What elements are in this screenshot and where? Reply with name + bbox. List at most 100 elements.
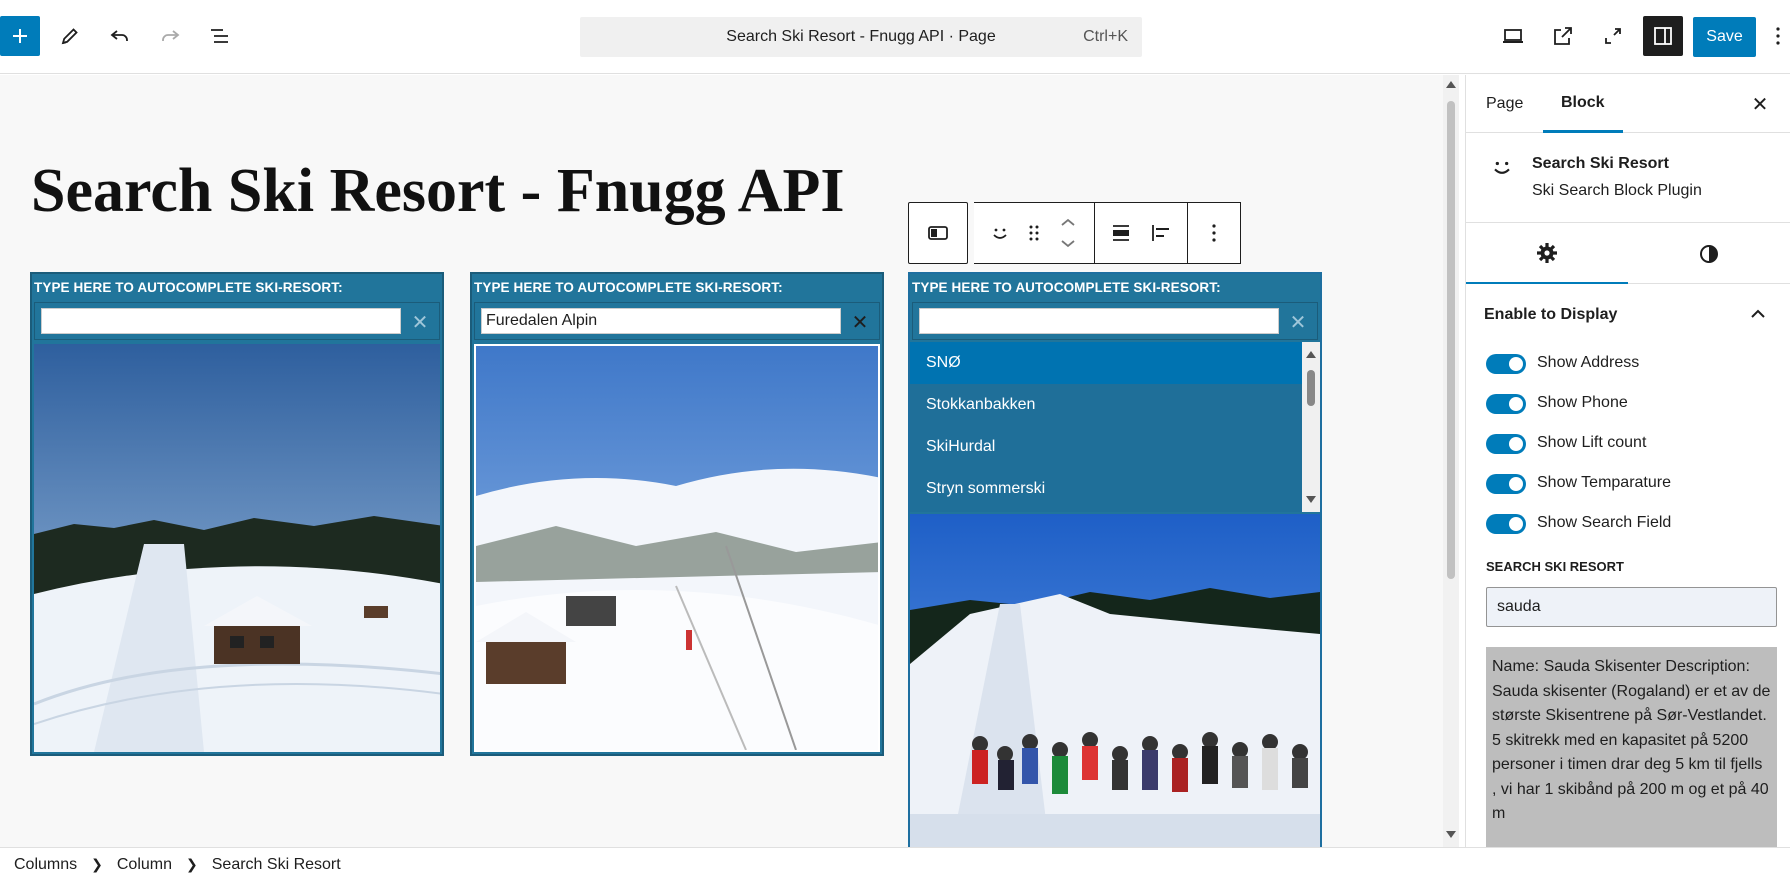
page-title[interactable]: Search Ski Resort - Fnugg API (31, 156, 845, 227)
redo-button[interactable] (150, 16, 190, 56)
block-search-bar: ✕ (912, 302, 1318, 340)
resort-search-input[interactable] (919, 308, 1279, 334)
block-search-bar: ✕ (34, 302, 440, 340)
save-button[interactable]: Save (1693, 17, 1756, 57)
show-phone-toggle[interactable] (1486, 394, 1526, 414)
pencil-icon (61, 28, 78, 45)
toggle-label: Show Search Field (1537, 514, 1672, 531)
select-parent-button[interactable] (908, 202, 968, 264)
tab-block[interactable]: Block (1543, 75, 1623, 133)
search-resort-input[interactable]: sauda (1486, 587, 1777, 627)
block-switcher-group (974, 202, 1095, 264)
toggle-label: Show Phone (1537, 394, 1628, 411)
sidebar-tabs: Page Block ✕ (1466, 75, 1790, 133)
search-resort-label: Search Ski Resort (1486, 559, 1624, 574)
plus-icon (13, 29, 27, 43)
view-page-button[interactable] (1543, 16, 1583, 56)
block-width-button[interactable] (1101, 209, 1141, 257)
block-label: TYPE HERE TO AUTOCOMPLETE SKI-RESORT: (34, 280, 343, 295)
settings-sidebar-toggle[interactable] (1643, 16, 1683, 56)
smiley-icon (993, 228, 1007, 239)
alignment-group (1095, 202, 1188, 264)
sidebar-icon (1654, 27, 1672, 45)
resort-search-input[interactable] (41, 308, 401, 334)
command-bar-shortcut: Ctrl+K (1083, 28, 1128, 45)
panel-title: Enable to Display (1484, 306, 1618, 323)
options-button[interactable] (1766, 16, 1790, 56)
column-icon (928, 226, 948, 240)
chevron-up-icon (1751, 309, 1765, 318)
block-inspector-tabs (1466, 223, 1790, 284)
justify-left-icon (1152, 225, 1169, 241)
toggle-label: Show Address (1537, 354, 1640, 371)
move-up-down-buttons[interactable] (1048, 209, 1088, 257)
editor-canvas: Search Ski Resort - Fnugg API TYPE HERE … (0, 75, 1454, 847)
fullscreen-button[interactable] (1593, 16, 1633, 56)
toggle-row: Show Lift count (1466, 426, 1790, 466)
enable-display-panel-toggle[interactable]: Enable to Display (1466, 284, 1790, 346)
external-link-icon (1554, 27, 1572, 45)
ski-search-block[interactable]: TYPE HERE TO AUTOCOMPLETE SKI-RESORT: Fu… (470, 272, 884, 756)
chevron-right-icon: ❯ (91, 856, 103, 872)
autocomplete-option[interactable]: Stryn sommerski (910, 468, 1320, 510)
tab-styles[interactable] (1628, 223, 1790, 284)
ski-search-block-selected[interactable]: TYPE HERE TO AUTOCOMPLETE SKI-RESORT: ✕ … (908, 272, 1322, 847)
breadcrumb-item[interactable]: Column (117, 856, 172, 874)
canvas-scrollbar[interactable] (1443, 75, 1459, 847)
resort-search-input[interactable]: Furedalen Alpin (481, 308, 841, 334)
more-options-group (1188, 202, 1241, 264)
canvas-scroll-thumb[interactable] (1447, 101, 1455, 579)
show-lift-count-toggle[interactable] (1486, 434, 1526, 454)
justify-button[interactable] (1141, 209, 1181, 257)
clear-icon[interactable]: ✕ (847, 309, 873, 335)
more-vertical-icon (1776, 27, 1780, 45)
block-card-title: Search Ski Resort (1532, 155, 1669, 172)
tab-settings[interactable] (1466, 223, 1628, 284)
autocomplete-option[interactable]: SNØ (910, 342, 1320, 384)
clear-icon[interactable]: ✕ (1285, 309, 1311, 335)
settings-sidebar: Page Block ✕ Search Ski Resort Ski Searc… (1465, 75, 1790, 847)
breadcrumb-item-current: Search Ski Resort (211, 855, 341, 873)
align-wide-icon (1113, 225, 1129, 241)
block-options-button[interactable] (1194, 209, 1234, 257)
preview-button[interactable] (1493, 16, 1533, 56)
list-view-icon (211, 29, 228, 43)
add-block-button[interactable] (0, 16, 40, 56)
contrast-icon (1700, 244, 1718, 263)
show-search-field-toggle[interactable] (1486, 514, 1526, 534)
autocomplete-dropdown: SNØ Stokkanbakken SkiHurdal Stryn sommer… (910, 342, 1320, 512)
show-temperature-toggle[interactable] (1486, 474, 1526, 494)
ski-search-block[interactable]: TYPE HERE TO AUTOCOMPLETE SKI-RESORT: ✕ (30, 272, 444, 756)
command-palette-bar[interactable]: Search Ski Resort - Fnugg API · Page Ctr… (580, 17, 1142, 57)
editor-header: Search Ski Resort - Fnugg API · Page Ctr… (0, 0, 1790, 74)
drag-handle[interactable] (1020, 209, 1048, 257)
block-card: Search Ski Resort Ski Search Block Plugi… (1466, 133, 1790, 223)
toggle-row: Show Search Field (1466, 506, 1790, 546)
redo-icon (162, 30, 180, 41)
document-overview-button[interactable] (200, 16, 240, 56)
autocomplete-option[interactable]: SkiHurdal (910, 426, 1320, 468)
drag-icon (1029, 225, 1039, 241)
gear-icon (1537, 242, 1557, 263)
toggle-label: Show Lift count (1537, 434, 1647, 451)
toggle-row: Show Address (1466, 346, 1790, 386)
close-icon[interactable]: ✕ (1748, 92, 1772, 116)
autocomplete-option[interactable]: Stokkanbakken (910, 384, 1320, 426)
resort-photo (910, 514, 1320, 847)
command-bar-title: Search Ski Resort - Fnugg API · Page (726, 28, 996, 45)
clear-icon[interactable]: ✕ (407, 309, 433, 335)
block-type-button[interactable] (980, 209, 1020, 257)
undo-icon (110, 30, 128, 41)
undo-button[interactable] (100, 16, 140, 56)
more-vertical-icon (1212, 224, 1216, 242)
breadcrumb-item[interactable]: Columns (14, 856, 77, 874)
tab-page[interactable]: Page (1486, 75, 1523, 133)
dropdown-scrollbar[interactable] (1302, 342, 1320, 512)
show-address-toggle[interactable] (1486, 354, 1526, 374)
chevron-right-icon: ❯ (186, 856, 198, 872)
resort-photo (34, 344, 440, 752)
tools-button[interactable] (50, 16, 90, 56)
smiley-icon (1494, 161, 1510, 174)
block-label: TYPE HERE TO AUTOCOMPLETE SKI-RESORT: (474, 280, 783, 295)
chevron-up-down-icon (1061, 218, 1075, 248)
